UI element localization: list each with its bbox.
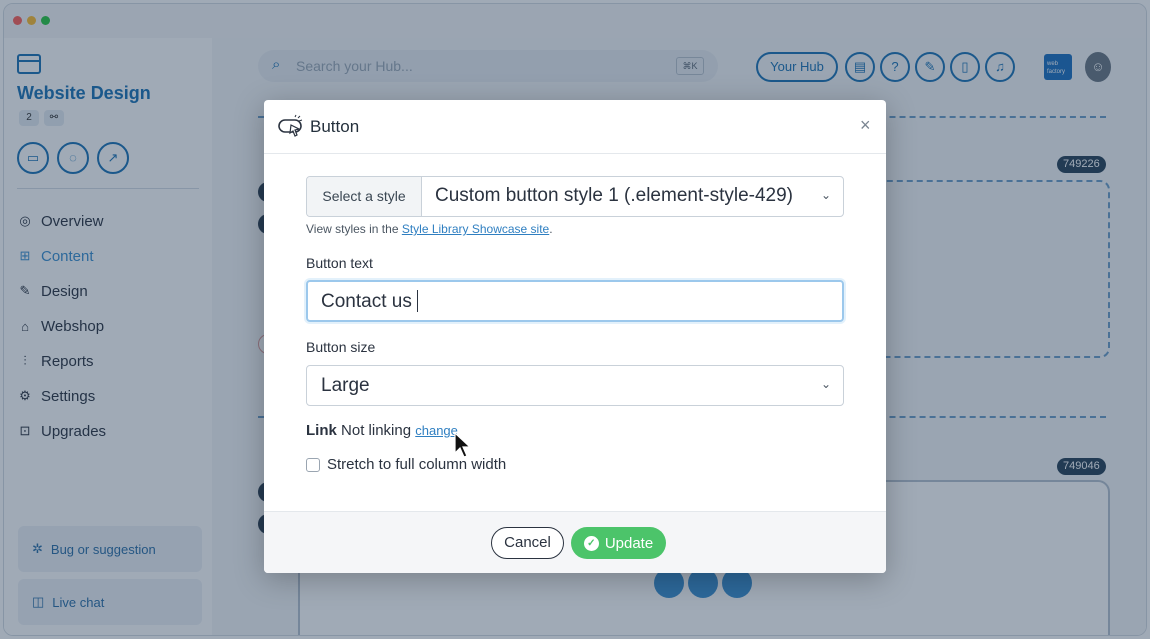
style-library-link[interactable]: Style Library Showcase site <box>402 222 549 236</box>
button-text-field[interactable]: Contact us <box>306 280 844 322</box>
check-icon: ✓ <box>583 535 599 551</box>
link-status: Not linking <box>341 422 412 439</box>
stretch-row[interactable]: Stretch to full column width <box>306 456 506 473</box>
button-size-value: Large <box>321 375 370 396</box>
chevron-down-icon: ⌄ <box>821 188 832 202</box>
style-hint-text: View styles in the <box>306 222 402 236</box>
stretch-checkbox[interactable] <box>306 457 320 472</box>
update-label: Update <box>604 534 654 552</box>
dialog-header: Button × <box>264 100 886 154</box>
button-element-icon <box>278 114 303 137</box>
button-text-label: Button text <box>306 255 373 271</box>
button-settings-dialog: Button × Select a style Custom button st… <box>264 100 886 573</box>
button-size-select[interactable]: Large ⌄ <box>306 365 844 406</box>
button-text-value: Contact us <box>321 291 412 312</box>
cancel-button[interactable]: Cancel <box>491 527 564 559</box>
chevron-down-icon: ⌄ <box>821 377 832 391</box>
link-row: Link Not linking change <box>306 422 458 439</box>
dialog-footer: Cancel ✓ Update <box>264 511 886 573</box>
stretch-label: Stretch to full column width <box>327 456 507 473</box>
mouse-cursor-icon <box>454 432 472 458</box>
close-icon[interactable]: × <box>860 116 874 134</box>
style-select[interactable]: Select a style Custom button style 1 (.e… <box>306 176 844 217</box>
style-hint: View styles in the Style Library Showcas… <box>306 222 553 236</box>
style-hint-end: . <box>549 222 553 236</box>
style-select-value: Custom button style 1 (.element-style-42… <box>435 185 793 206</box>
style-select-prefix: Select a style <box>307 177 422 216</box>
dialog-title: Button <box>310 117 360 136</box>
link-label: Link <box>306 422 337 439</box>
text-caret <box>417 290 418 312</box>
update-button[interactable]: ✓ Update <box>571 527 666 559</box>
button-size-label: Button size <box>306 339 376 355</box>
change-link[interactable]: change <box>415 423 458 438</box>
